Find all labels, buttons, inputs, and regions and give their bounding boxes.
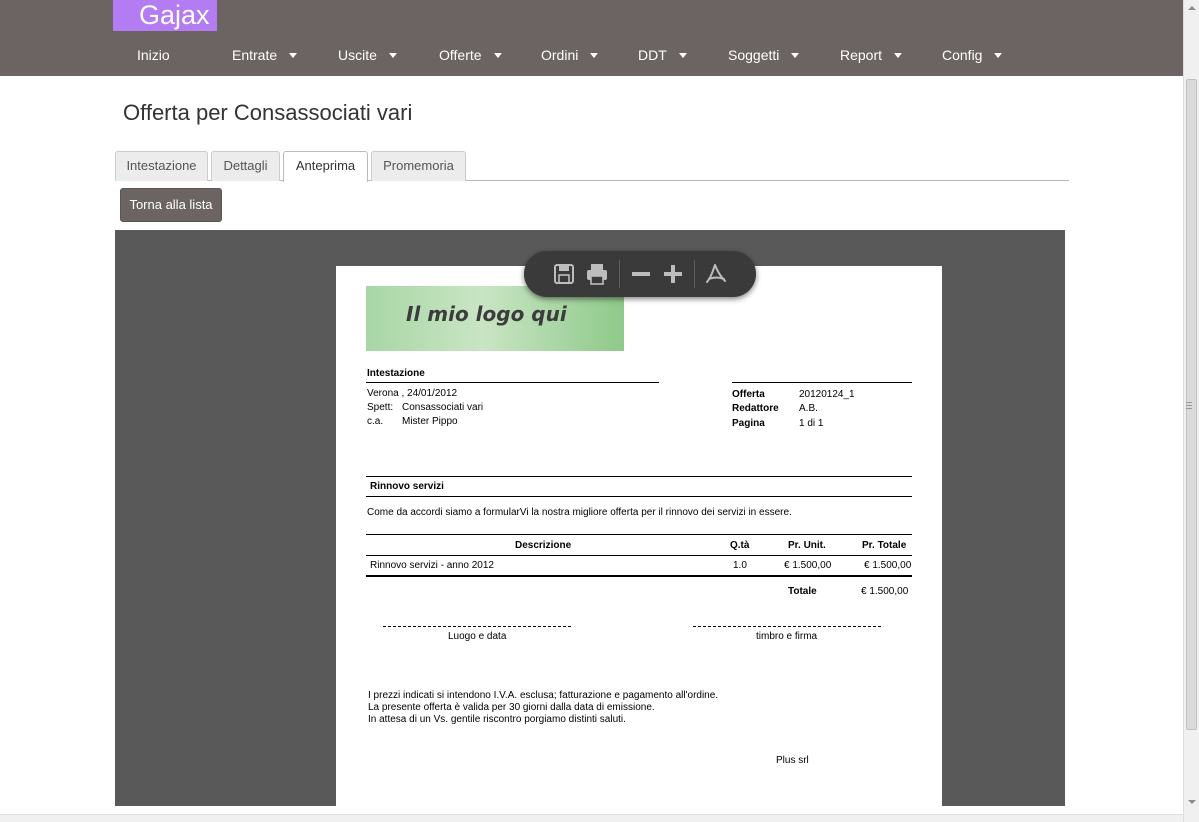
signature-left-label: Luogo e data <box>448 631 507 642</box>
brand-logo[interactable]: Gajax <box>113 0 217 31</box>
tab-anteprima[interactable]: Anteprima <box>283 151 368 182</box>
nav-item-label: Config <box>942 47 983 63</box>
nav-item-report[interactable]: Report <box>840 40 903 70</box>
nav-item-ordini[interactable]: Ordini <box>541 40 599 70</box>
caret-down-icon <box>289 53 298 58</box>
caret-down-icon <box>894 53 903 58</box>
horizontal-scrollbar[interactable] <box>0 814 1183 822</box>
nav-item-label: Uscite <box>338 47 377 63</box>
caret-down-icon <box>791 53 800 58</box>
nav-item-soggetti[interactable]: Soggetti <box>728 40 800 70</box>
scroll-up-icon[interactable] <box>1188 6 1196 10</box>
table-cell-pr-unit: € 1.500,00 <box>784 560 832 571</box>
table-top-rule <box>366 534 912 535</box>
total-label: Totale <box>788 586 817 597</box>
signature-line-left <box>383 626 571 627</box>
table-cell-pr-totale: € 1.500,00 <box>864 560 912 571</box>
divider <box>366 496 912 497</box>
table-header-rule <box>366 555 912 556</box>
divider <box>366 382 659 383</box>
nav-item-label: DDT <box>638 47 667 63</box>
pagina-value: 1 di 1 <box>799 418 824 429</box>
nav-item-label: Entrate <box>232 47 278 63</box>
signature-right-label: timbro e firma <box>756 631 818 642</box>
tab-bar: Intestazione Dettagli Anteprima Promemor… <box>115 151 1069 182</box>
signature-line-right <box>693 626 881 627</box>
page-title: Offerta per Consassociati vari <box>123 100 413 125</box>
save-icon[interactable] <box>552 262 576 286</box>
col-header-pr-unit: Pr. Unit. <box>788 540 826 551</box>
col-header-pr-totale: Pr. Totale <box>862 540 907 551</box>
col-header-qta: Q.tà <box>730 540 750 551</box>
toolbar-separator <box>619 260 620 288</box>
nav-item-ddt[interactable]: DDT <box>638 40 687 70</box>
spett-label: Spett: <box>367 402 394 413</box>
pdf-toolbar <box>524 251 756 297</box>
total-value: € 1.500,00 <box>861 586 909 597</box>
col-header-descrizione: Descrizione <box>515 540 572 551</box>
ca-value: Mister Pippo <box>402 416 458 427</box>
caret-down-icon <box>493 53 502 58</box>
print-icon[interactable] <box>585 262 609 286</box>
table-bottom-rule <box>366 575 912 577</box>
nav-item-label: Soggetti <box>728 47 780 63</box>
redattore-value: A.B. <box>799 403 818 414</box>
nav-item-label: Report <box>840 47 883 63</box>
spett-value: Consassociati vari <box>402 402 484 413</box>
nav-item-offerte[interactable]: Offerte <box>439 40 502 70</box>
nav-item-entrate[interactable]: Entrate <box>232 40 298 70</box>
nav-item-config[interactable]: Config <box>942 40 1003 70</box>
caret-down-icon <box>678 53 687 58</box>
nav-item-label: Inizio <box>137 47 170 63</box>
nav-item-inizio[interactable]: Inizio <box>137 40 170 70</box>
scroll-down-icon[interactable] <box>1188 800 1196 804</box>
note-line: I prezzi indicati si intendono I.V.A. es… <box>368 690 719 701</box>
offerta-label: Offerta <box>732 389 765 400</box>
acrobat-icon[interactable] <box>704 262 728 286</box>
place-date: Verona , 24/01/2012 <box>367 388 458 399</box>
note-line: In attesa di un Vs. gentile riscontro po… <box>368 714 626 725</box>
nav-item-label: Ordini <box>541 47 579 63</box>
logo-text: Il mio logo qui <box>406 302 567 326</box>
offer-subject: Rinnovo servizi <box>370 481 444 492</box>
redattore-label: Redattore <box>732 403 779 414</box>
top-header: Gajax Inizio Entrate Uscite Offerte Ordi… <box>0 0 1183 76</box>
intro-text: Come da accordi siamo a formularVi la no… <box>367 507 792 518</box>
caret-down-icon <box>388 53 397 58</box>
caret-down-icon <box>590 53 599 58</box>
zoom-out-icon[interactable] <box>629 262 653 286</box>
grip-icon <box>1186 402 1192 409</box>
tab-promemoria[interactable]: Promemoria <box>371 151 466 181</box>
divider <box>366 476 912 477</box>
main-nav: Inizio Entrate Uscite Offerte Ordini DDT… <box>0 40 1183 70</box>
divider <box>732 382 912 383</box>
caret-down-icon <box>994 53 1003 58</box>
offerta-value: 20120124_1 <box>799 389 855 400</box>
header-title: Intestazione <box>367 368 425 379</box>
note-line: La presente offerta è valida per 30 gior… <box>368 702 655 713</box>
table-cell-descrizione: Rinnovo servizi - anno 2012 <box>370 560 494 571</box>
app-window: Gajax Inizio Entrate Uscite Offerte Ordi… <box>0 0 1199 822</box>
tab-intestazione[interactable]: Intestazione <box>115 151 208 181</box>
vertical-scrollbar[interactable] <box>1183 0 1199 822</box>
back-to-list-button[interactable]: Torna alla lista <box>120 188 222 222</box>
zoom-in-icon[interactable] <box>661 262 685 286</box>
nav-item-label: Offerte <box>439 47 482 63</box>
pdf-document-page: Il mio logo qui Intestazione Verona , 24… <box>336 266 942 806</box>
ca-label: c.a. <box>367 416 384 427</box>
tab-dettagli[interactable]: Dettagli <box>211 151 280 181</box>
pdf-viewer[interactable]: Il mio logo qui Intestazione Verona , 24… <box>115 230 1065 806</box>
table-cell-qta: 1.0 <box>733 560 747 571</box>
company-name: Plus srl <box>776 755 809 766</box>
toolbar-separator <box>694 260 695 288</box>
pagina-label: Pagina <box>732 418 765 429</box>
nav-item-uscite[interactable]: Uscite <box>338 40 397 70</box>
